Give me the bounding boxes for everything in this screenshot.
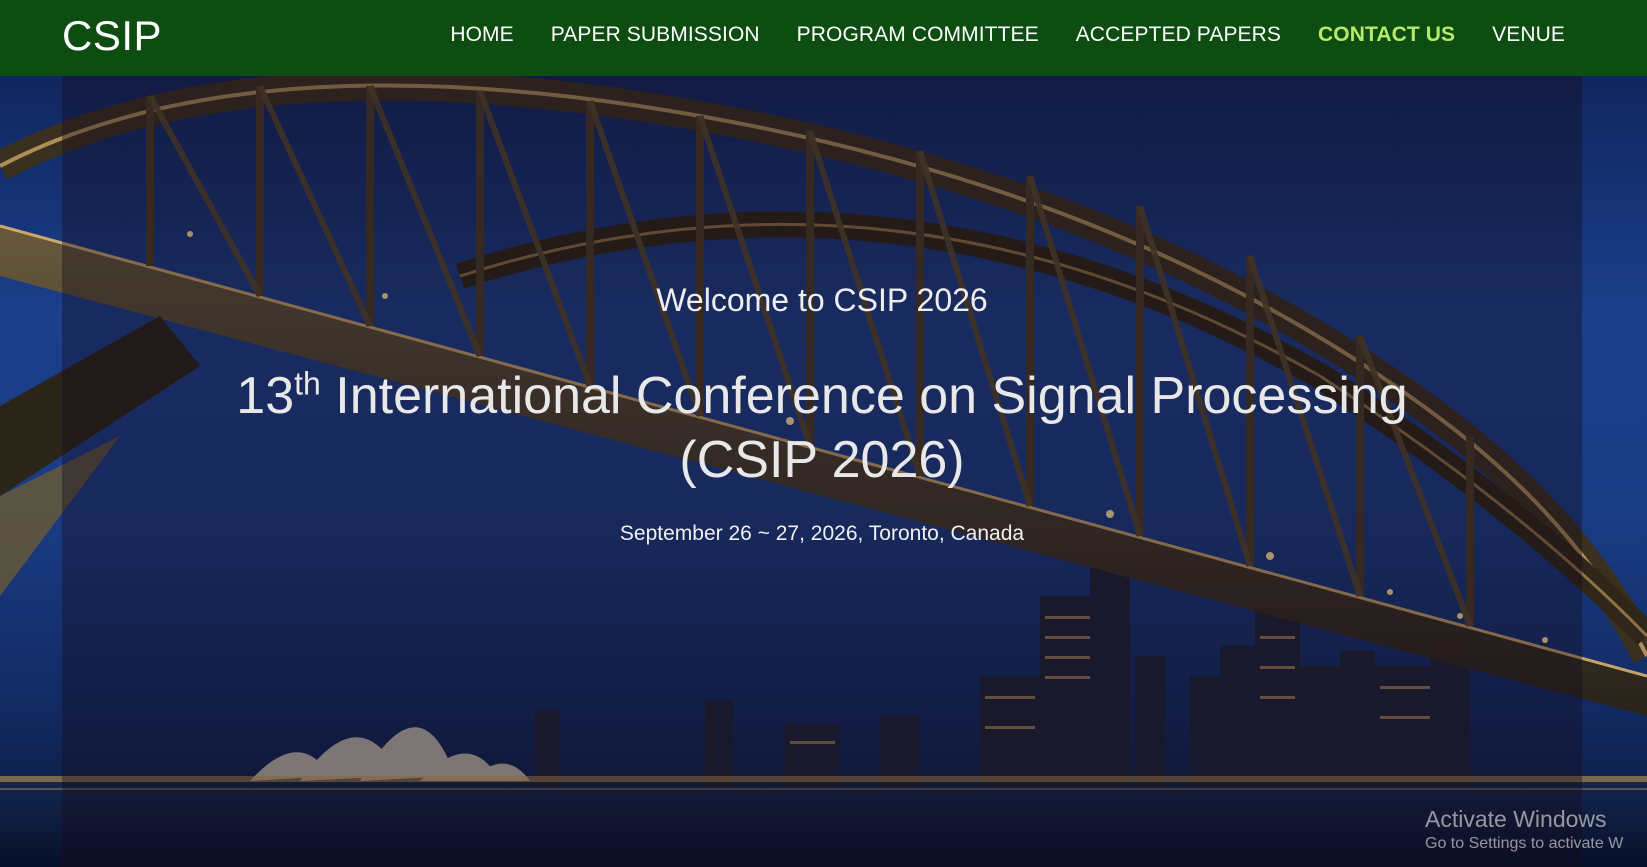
main-nav: HOME PAPER SUBMISSION PROGRAM COMMITTEE … — [450, 0, 1565, 70]
watermark-title: Activate Windows — [1425, 806, 1607, 832]
top-navbar: CSIP HOME PAPER SUBMISSION PROGRAM COMMI… — [0, 0, 1647, 76]
title-ordinal: 13 — [236, 367, 295, 425]
welcome-heading: Welcome to CSIP 2026 — [656, 282, 988, 318]
title-ordinal-suffix: th — [294, 365, 321, 402]
nav-contact-us[interactable]: CONTACT US — [1318, 23, 1455, 47]
conference-date-location: September 26 ~ 27, 2026, Toronto, Canada — [619, 522, 1025, 545]
nav-program-committee[interactable]: PROGRAM COMMITTEE — [797, 23, 1039, 47]
nav-accepted-papers[interactable]: ACCEPTED PAPERS — [1076, 23, 1281, 47]
conference-title: 13th International Conference on Signal … — [62, 364, 1582, 492]
windows-activation-watermark: Activate Windows Go to Settings to activ… — [1425, 805, 1647, 855]
watermark-subtitle: Go to Settings to activate W — [1425, 835, 1624, 852]
hero-banner: Welcome to CSIP 2026 13th International … — [0, 76, 1647, 867]
site-logo[interactable]: CSIP — [62, 12, 162, 60]
title-line-2: (CSIP 2026) — [679, 431, 965, 489]
nav-venue[interactable]: VENUE — [1492, 23, 1565, 47]
nav-home[interactable]: HOME — [450, 23, 513, 47]
title-line-1: International Conference on Signal Proce… — [320, 367, 1408, 425]
nav-paper-submission[interactable]: PAPER SUBMISSION — [551, 23, 760, 47]
